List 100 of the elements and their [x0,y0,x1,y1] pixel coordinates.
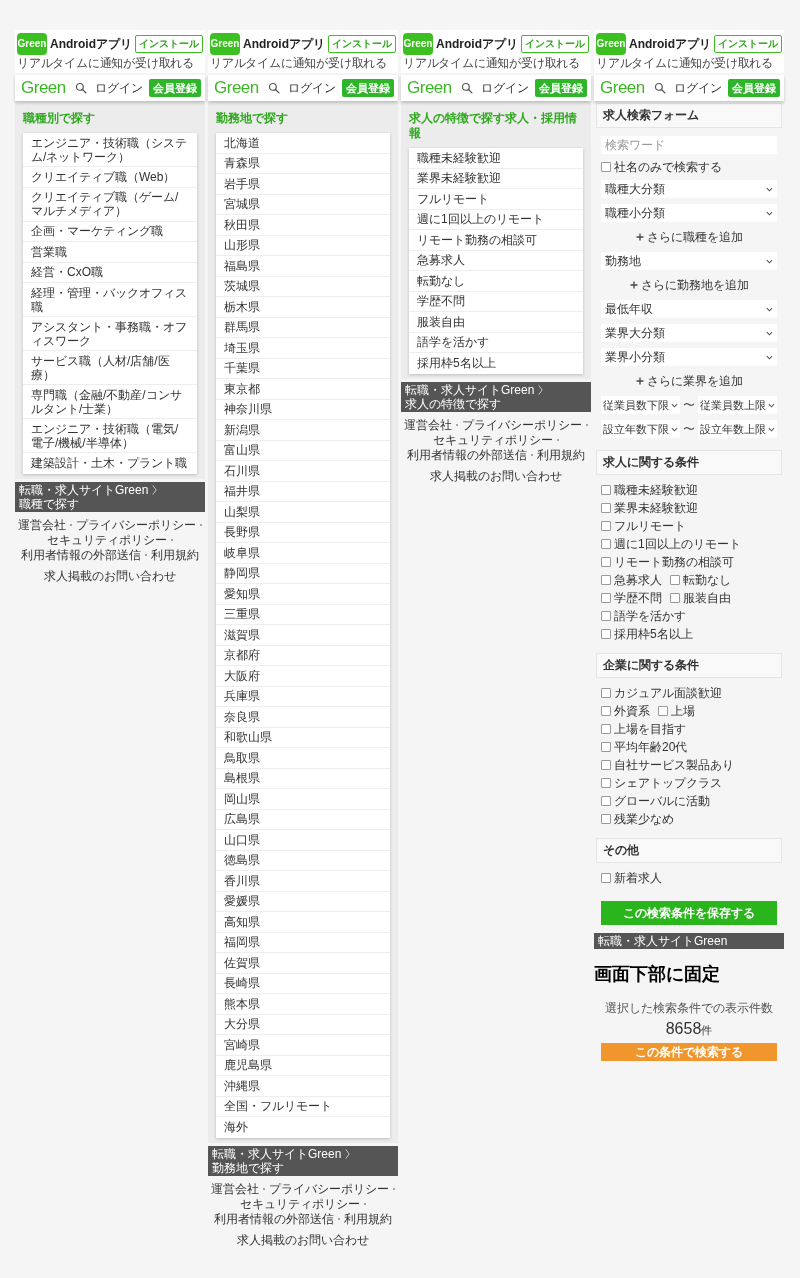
list-item[interactable]: 大分県 [216,1014,390,1035]
select-field[interactable]: 設立年数下限 [601,420,680,438]
list-item[interactable]: 福島県 [216,256,390,277]
footer-link[interactable]: プライバシーポリシー [76,517,196,533]
checkbox[interactable] [601,611,611,621]
list-item[interactable]: サービス職（人材/店舗/医療） [23,351,197,385]
checkbox-label[interactable]: 服装自由 [683,591,731,605]
list-item[interactable]: 鳥取県 [216,748,390,769]
list-item[interactable]: 海外 [216,1117,390,1138]
search-icon[interactable] [75,82,87,94]
list-item[interactable]: 石川県 [216,461,390,482]
list-item[interactable]: 三重県 [216,604,390,625]
checkbox-label[interactable]: 語学を活かす [614,609,686,623]
select-field[interactable]: 最低年収 [601,300,777,318]
list-item[interactable]: 転勤なし [409,271,583,292]
list-item[interactable]: 専門職（金融/不動産/コンサルタント/士業） [23,385,197,419]
list-item[interactable]: エンジニア・技術職（システム/ネットワーク） [23,133,197,167]
list-item[interactable]: 長野県 [216,522,390,543]
breadcrumb-link[interactable]: 転職・求人サイトGreen [19,482,149,497]
checkbox-label[interactable]: リモート勤務の相談可 [614,555,734,569]
list-item[interactable]: 語学を活かす [409,332,583,353]
list-item[interactable]: アシスタント・事務職・オフィスワーク [23,317,197,351]
checkbox-label[interactable]: 社名のみで検索する [614,160,722,174]
list-item[interactable]: 和歌山県 [216,727,390,748]
select-field[interactable]: 勤務地 [601,252,777,270]
list-item[interactable]: 鹿児島県 [216,1055,390,1076]
add-more-link[interactable]: さらに勤務地を追加 [601,276,777,294]
list-item[interactable]: 岐阜県 [216,543,390,564]
checkbox[interactable] [601,724,611,734]
list-item[interactable]: 愛知県 [216,584,390,605]
list-item[interactable]: 広島県 [216,809,390,830]
list-item[interactable]: 青森県 [216,153,390,174]
list-item[interactable]: 宮城県 [216,194,390,215]
checkbox[interactable] [601,796,611,806]
checkbox-label[interactable]: 急募求人 [614,573,662,587]
search-icon[interactable] [461,82,473,94]
checkbox[interactable] [601,485,611,495]
list-item[interactable]: 島根県 [216,768,390,789]
checkbox[interactable] [670,593,680,603]
list-item[interactable]: 採用枠5名以上 [409,353,583,374]
list-item[interactable]: 神奈川県 [216,399,390,420]
list-item[interactable]: 北海道 [216,133,390,154]
breadcrumb-link[interactable]: 転職・求人サイトGreen [405,382,535,397]
footer-link[interactable]: 利用者情報の外部送信 [21,547,141,563]
checkbox-label[interactable]: 学歴不問 [614,591,662,605]
checkbox-label[interactable]: 自社サービス製品あり [614,758,734,772]
checkbox[interactable] [601,706,611,716]
checkbox[interactable] [601,688,611,698]
checkbox-label[interactable]: 上場を目指す [614,722,686,736]
login-link[interactable]: ログイン [95,81,143,95]
select-field[interactable]: 業界小分類 [601,348,777,366]
list-item[interactable]: 静岡県 [216,563,390,584]
list-item[interactable]: 香川県 [216,871,390,892]
checkbox-label[interactable]: 採用枠5名以上 [614,627,693,641]
list-item[interactable]: 宮崎県 [216,1035,390,1056]
footer-link[interactable]: プライバシーポリシー [269,1181,389,1197]
search-icon[interactable] [268,82,280,94]
checkbox[interactable] [670,575,680,585]
checkbox[interactable] [601,539,611,549]
list-item[interactable]: 経理・管理・バックオフィス職 [23,283,197,317]
list-item[interactable]: 新潟県 [216,420,390,441]
checkbox-label[interactable]: 平均年齢20代 [614,740,688,754]
list-item[interactable]: 経営・CxO職 [23,262,197,283]
list-item[interactable]: 沖縄県 [216,1076,390,1097]
list-item[interactable]: 急募求人 [409,250,583,271]
add-more-link[interactable]: さらに職種を追加 [601,228,777,246]
list-item[interactable]: 栃木県 [216,297,390,318]
list-item[interactable]: クリエイティブ職（ゲーム/マルチメディア） [23,187,197,222]
checkbox-label[interactable]: 外資系 [614,704,650,718]
checkbox[interactable] [601,503,611,513]
list-item[interactable]: 茨城県 [216,276,390,297]
checkbox[interactable] [601,593,611,603]
list-item[interactable]: 熊本県 [216,994,390,1015]
footer-link[interactable]: 利用者情報の外部送信 [407,447,527,463]
select-field[interactable]: 従業員数上限 [698,396,777,414]
list-item[interactable]: エンジニア・技術職（電気/電子/機械/半導体） [23,419,197,453]
search-word-field[interactable]: 検索ワード [601,136,777,154]
checkbox-label[interactable]: 職種未経験歓迎 [614,483,698,497]
checkbox[interactable] [601,778,611,788]
list-item[interactable]: 山梨県 [216,502,390,523]
checkbox-label[interactable]: 残業少なめ [614,812,674,826]
checkbox[interactable] [601,814,611,824]
list-item[interactable]: 埼玉県 [216,338,390,359]
footer-link[interactable]: 運営会社 [404,417,452,433]
footer-link[interactable]: 利用者情報の外部送信 [214,1211,334,1227]
list-item[interactable]: 企画・マーケティング職 [23,221,197,242]
checkbox-label[interactable]: フルリモート [614,519,686,533]
list-item[interactable]: リモート勤務の相談可 [409,230,583,251]
checkbox[interactable] [601,760,611,770]
footer-link[interactable]: 利用規約 [151,547,199,563]
list-item[interactable]: 高知県 [216,912,390,933]
breadcrumb-link[interactable]: 転職・求人サイトGreen [212,1146,342,1161]
checkbox-label[interactable]: 新着求人 [614,871,662,885]
footer-link[interactable]: セキュリティポリシー [47,532,167,548]
list-item[interactable]: 愛媛県 [216,891,390,912]
footer-link[interactable]: 求人掲載のお問い合わせ [237,1232,369,1248]
footer-link[interactable]: プライバシーポリシー [462,417,582,433]
checkbox-label[interactable]: グローバルに活動 [614,794,710,808]
footer-link[interactable]: 求人掲載のお問い合わせ [44,568,176,584]
list-item[interactable]: 京都府 [216,645,390,666]
